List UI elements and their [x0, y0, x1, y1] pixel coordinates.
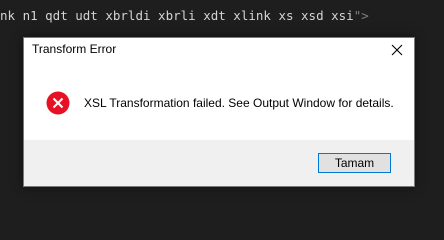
- editor-closing-quote: ">: [353, 8, 369, 23]
- dialog-content: XSL Transformation failed. See Output Wi…: [24, 63, 414, 140]
- editor-code-text: nk n1 qdt udt xbrldi xbrli xdt xlink xs …: [0, 8, 354, 23]
- ok-button[interactable]: Tamam: [318, 153, 391, 173]
- dialog-footer: Tamam: [24, 140, 414, 186]
- error-message: XSL Transformation failed. See Output Wi…: [84, 96, 394, 110]
- error-icon: [46, 91, 70, 115]
- editor-code-line: nk n1 qdt udt xbrldi xbrli xdt xlink xs …: [0, 6, 369, 26]
- close-button[interactable]: [382, 38, 412, 62]
- dialog-titlebar[interactable]: Transform Error: [24, 38, 414, 63]
- dialog-title: Transform Error: [32, 42, 117, 56]
- close-icon: [391, 44, 403, 56]
- transform-error-dialog: Transform Error XSL Transformation faile…: [23, 37, 415, 187]
